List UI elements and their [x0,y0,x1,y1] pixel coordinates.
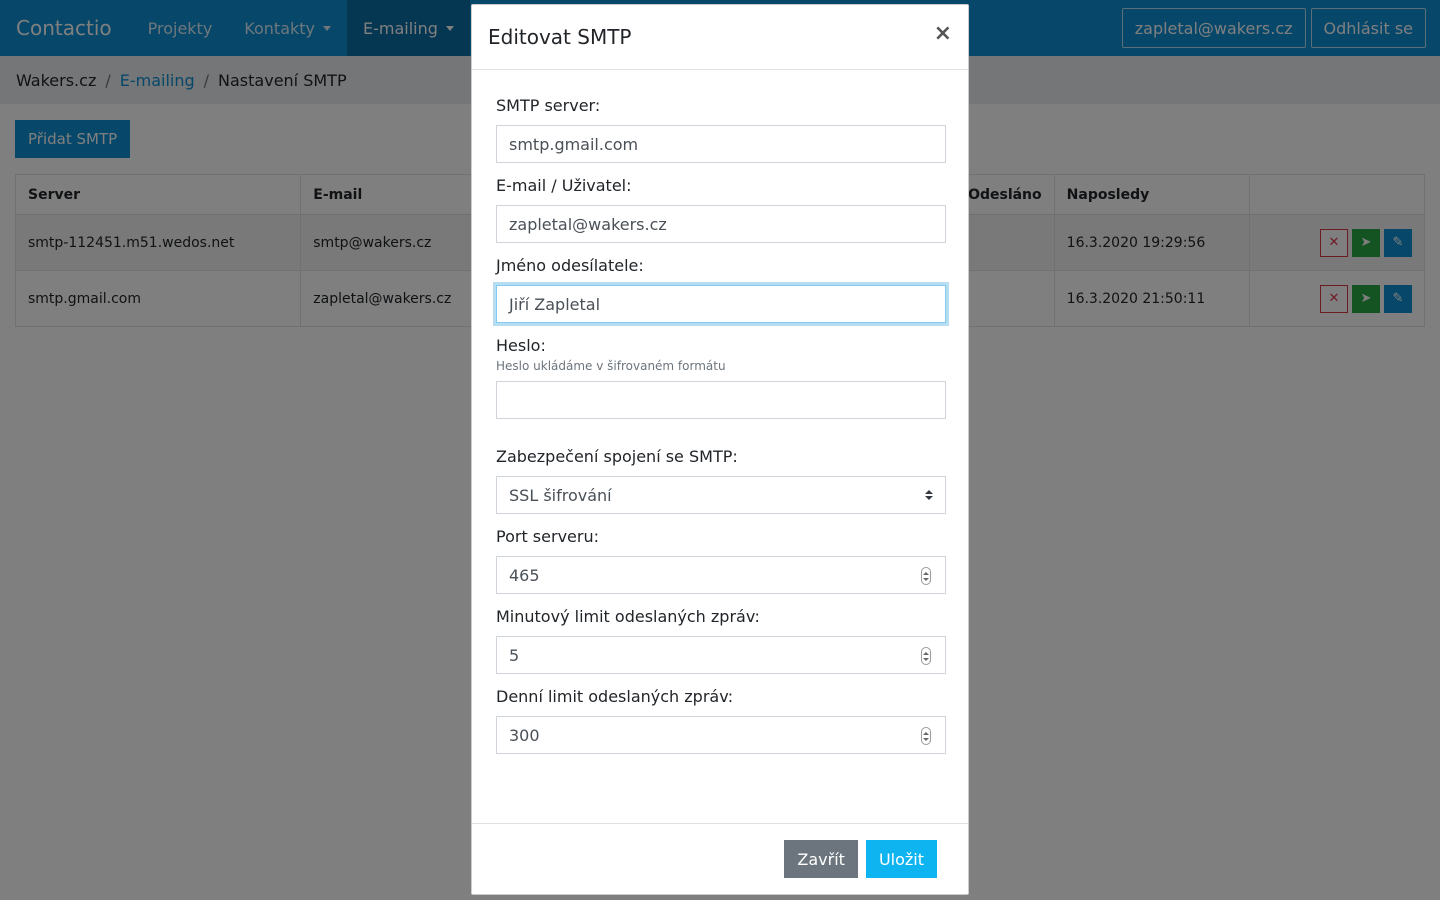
smtp-server-label: SMTP server: [496,96,601,115]
minute-limit-input[interactable]: 5 [496,636,946,674]
email-user-value: zapletal@wakers.cz [509,214,667,234]
sender-name-input[interactable]: Jiří Zapletal [496,285,946,323]
field-daily-limit: Denní limit odeslaných zpráv: 300 [496,687,946,754]
sender-name-label: Jméno odesílatele: [496,256,644,275]
smtp-server-input[interactable]: smtp.gmail.com [496,125,946,163]
number-spinner-icon[interactable] [921,727,931,745]
security-label: Zabezpečení spojení se SMTP: [496,447,738,466]
daily-limit-value: 300 [509,725,540,745]
select-arrows-icon [925,490,933,500]
daily-limit-input[interactable]: 300 [496,716,946,754]
minute-limit-value: 5 [509,645,520,665]
number-spinner-icon[interactable] [921,647,931,665]
field-smtp-server: SMTP server: smtp.gmail.com [496,96,946,163]
email-user-input[interactable]: zapletal@wakers.cz [496,205,946,243]
field-port: Port serveru: 465 [496,527,946,594]
password-help-text: Heslo ukládáme v šifrovaném formátu [496,359,726,373]
port-input[interactable]: 465 [496,556,946,594]
password-label: Heslo: [496,336,546,355]
port-label: Port serveru: [496,527,599,546]
field-password: Heslo: Heslo ukládáme v šifrovaném formá… [496,336,946,419]
smtp-server-value: smtp.gmail.com [509,134,639,154]
security-select[interactable]: SSL šifrování [496,476,946,514]
modal-header: Editovat SMTP × [472,5,968,70]
port-value: 465 [509,565,540,585]
minute-limit-label: Minutový limit odeslaných zpráv: [496,607,760,626]
email-user-label: E-mail / Uživatel: [496,176,632,195]
field-email-user: E-mail / Uživatel: zapletal@wakers.cz [496,176,946,243]
modal-title: Editovat SMTP [488,25,632,49]
password-input[interactable] [496,381,946,419]
field-minute-limit: Minutový limit odeslaných zpráv: 5 [496,607,946,674]
sender-name-value: Jiří Zapletal [509,294,601,314]
field-sender-name: Jméno odesílatele: Jiří Zapletal [496,256,946,323]
number-spinner-icon[interactable] [921,567,931,585]
field-security: Zabezpečení spojení se SMTP: SSL šifrová… [496,447,946,514]
modal-body: SMTP server: smtp.gmail.com E-mail / Uži… [472,70,968,754]
modal-footer: Zavřít Uložit [472,823,968,894]
edit-smtp-modal: Editovat SMTP × SMTP server: smtp.gmail.… [471,4,969,895]
close-icon[interactable]: × [934,23,952,45]
security-value: SSL šifrování [509,485,612,505]
close-button[interactable]: Zavřít [784,840,858,878]
daily-limit-label: Denní limit odeslaných zpráv: [496,687,734,706]
save-button[interactable]: Uložit [865,840,937,878]
